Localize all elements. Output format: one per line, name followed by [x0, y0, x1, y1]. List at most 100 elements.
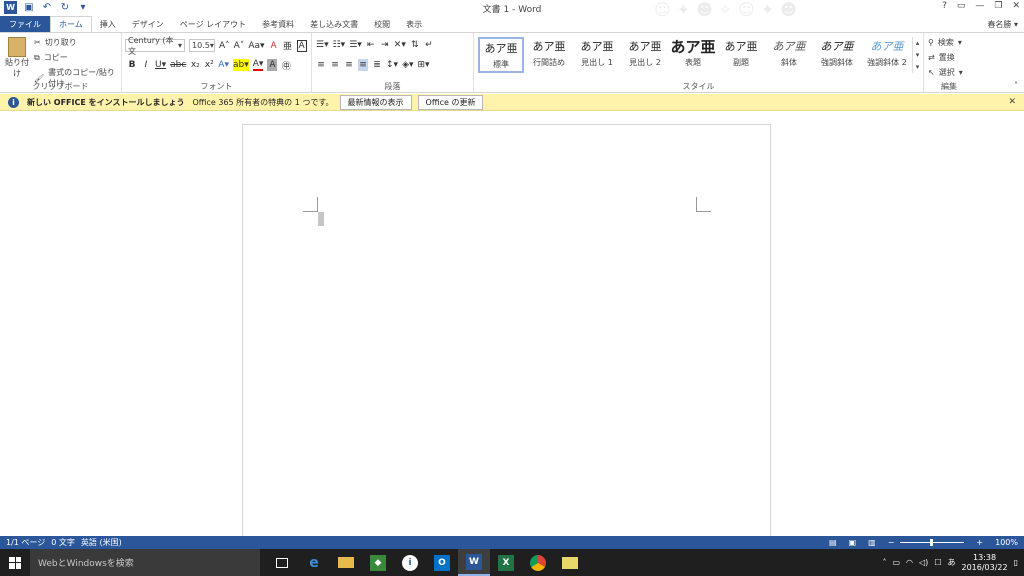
tab-insert[interactable]: 挿入 [92, 16, 124, 32]
taskbar-notes[interactable] [554, 549, 586, 576]
word-count[interactable]: 0 文字 [51, 537, 75, 548]
tab-file[interactable]: ファイル [0, 16, 50, 32]
print-layout-icon[interactable]: ▣ [849, 538, 857, 547]
decrease-indent-icon[interactable]: ⇤ [366, 39, 376, 51]
page-count[interactable]: 1/1 ページ [6, 537, 45, 548]
shrink-font-icon[interactable]: A˅ [234, 40, 245, 52]
style-intense-emphasis[interactable]: あア亜 強調斜体 [814, 37, 860, 73]
taskbar-explorer[interactable] [330, 549, 362, 576]
phonetic-guide-icon[interactable]: 亜 [283, 40, 293, 52]
taskbar-edge[interactable]: e [298, 549, 330, 576]
subscript-icon[interactable]: x₂ [190, 59, 200, 71]
numbering-icon[interactable]: ☷▾ [333, 39, 346, 51]
zoom-thumb[interactable] [930, 539, 934, 546]
styles-scroll[interactable]: ▴ ▾ ▾ [912, 37, 922, 73]
strikethrough-icon[interactable]: abc [170, 59, 186, 71]
read-mode-icon[interactable]: ▤ [829, 538, 837, 547]
char-border-icon[interactable]: A [296, 39, 307, 52]
superscript-icon[interactable]: x² [204, 59, 214, 71]
clock[interactable]: 13:38 2016/03/22 [961, 553, 1007, 573]
web-layout-icon[interactable]: ▥ [868, 538, 876, 547]
taskbar-excel[interactable]: X [490, 549, 522, 576]
collapse-ribbon-icon[interactable]: ˄ [1014, 81, 1018, 90]
sort-icon[interactable]: ⇅ [410, 39, 420, 51]
ribbon-display-icon[interactable]: ▭ [957, 1, 966, 11]
tab-design[interactable]: デザイン [124, 16, 172, 32]
font-name-combo[interactable]: Century (本文 ▾ [125, 36, 185, 56]
font-color-icon[interactable]: A▾ [252, 59, 264, 71]
shading-icon[interactable]: ◈▾ [402, 59, 413, 71]
zoom-out-icon[interactable]: − [888, 538, 895, 547]
ime-indicator[interactable]: あ [947, 557, 955, 568]
tab-mailings[interactable]: 差し込み文書 [302, 16, 366, 32]
show-marks-icon[interactable]: ↵ [424, 39, 434, 51]
language[interactable]: 英語 (米国) [81, 537, 122, 548]
action-center-icon[interactable]: ☐ [934, 558, 941, 567]
user-account[interactable]: 春名勝 ▾ [987, 19, 1018, 30]
task-view-button[interactable] [266, 549, 298, 576]
replace-button[interactable]: ⇄ 置換 [928, 52, 955, 63]
style-title[interactable]: あア亜 表題 [670, 37, 716, 73]
borders-icon[interactable]: ⊞▾ [418, 59, 430, 71]
close-icon[interactable]: ✕ [1012, 1, 1020, 11]
style-standard[interactable]: あア亜 標準 [478, 37, 524, 73]
justify-icon[interactable]: ≡ [358, 59, 368, 71]
help-icon[interactable]: ? [942, 1, 947, 11]
style-heading-2[interactable]: あア亜 見出し 2 [622, 37, 668, 73]
align-center-icon[interactable]: ≡ [330, 59, 340, 71]
highlight-icon[interactable]: ab▾ [232, 59, 249, 71]
increase-indent-icon[interactable]: ⇥ [380, 39, 390, 51]
zoom-level[interactable]: 100% [995, 538, 1018, 547]
tab-view[interactable]: 表示 [398, 16, 430, 32]
asian-layout-icon[interactable]: ✕▾ [394, 39, 406, 51]
grow-font-icon[interactable]: A˄ [219, 40, 230, 52]
char-shading-icon[interactable]: A [267, 59, 278, 71]
tab-references[interactable]: 参考資料 [254, 16, 302, 32]
line-spacing-icon[interactable]: ↕▾ [386, 59, 398, 71]
find-button[interactable]: ⚲ 検索 ▾ [928, 37, 962, 48]
network-icon[interactable]: ◠ [906, 558, 913, 567]
style-no-spacing[interactable]: あア亜 行間詰め [526, 37, 572, 73]
office-update-button[interactable]: Office の更新 [417, 94, 484, 110]
taskbar-info-app[interactable]: i [394, 549, 426, 576]
cut-button[interactable]: ✂ 切り取り [34, 37, 77, 48]
clear-format-icon[interactable]: A [269, 40, 279, 52]
taskbar-search[interactable]: WebとWindowsを検索 [30, 549, 260, 576]
zoom-in-icon[interactable]: + [976, 538, 983, 547]
taskbar-chrome[interactable] [522, 549, 554, 576]
distributed-icon[interactable]: ≣ [372, 59, 382, 71]
view-updates-button[interactable]: 最新情報の表示 [339, 94, 412, 110]
document-page[interactable] [242, 124, 771, 544]
style-emphasis[interactable]: あア亜 斜体 [766, 37, 812, 73]
style-heading-1[interactable]: あア亜 見出し 1 [574, 37, 620, 73]
taskbar-word[interactable]: W [458, 549, 490, 576]
select-button[interactable]: ↖ 選択 ▾ [928, 67, 963, 78]
start-button[interactable] [0, 549, 30, 576]
style-subtitle[interactable]: あア亜 副題 [718, 37, 764, 73]
bullets-icon[interactable]: ☰▾ [316, 39, 329, 51]
change-case-icon[interactable]: Aa▾ [248, 40, 264, 52]
tab-review[interactable]: 校閲 [366, 16, 398, 32]
volume-icon[interactable]: ◁) [919, 558, 928, 567]
align-left-icon[interactable]: ≡ [316, 59, 326, 71]
taskbar-outlook[interactable]: O [426, 549, 458, 576]
taskbar-app-green[interactable]: ◆ [362, 549, 394, 576]
minimize-icon[interactable]: — [975, 1, 984, 11]
underline-icon[interactable]: U▾ [155, 59, 166, 71]
tab-home[interactable]: ホーム [50, 16, 92, 32]
style-intense-emphasis-2[interactable]: あア亜 強調斜体 2 [862, 37, 912, 73]
notifications-icon[interactable]: ▯ [1014, 558, 1018, 567]
italic-icon[interactable]: I [141, 59, 151, 71]
multilevel-list-icon[interactable]: ☰▾ [349, 39, 362, 51]
battery-icon[interactable]: ▭ [892, 558, 900, 567]
align-right-icon[interactable]: ≡ [344, 59, 354, 71]
show-hidden-icon[interactable]: ˄ [882, 558, 886, 567]
bold-icon[interactable]: B [127, 59, 137, 71]
zoom-slider[interactable] [900, 539, 965, 546]
tab-page-layout[interactable]: ページ レイアウト [172, 16, 254, 32]
copy-button[interactable]: ⧉ コピー [34, 52, 68, 63]
paste-button[interactable]: 貼り付け [4, 37, 30, 79]
font-size-combo[interactable]: 10.5 ▾ [189, 39, 215, 52]
text-effects-icon[interactable]: A▾ [218, 59, 229, 71]
close-message-icon[interactable]: ✕ [1008, 97, 1016, 107]
